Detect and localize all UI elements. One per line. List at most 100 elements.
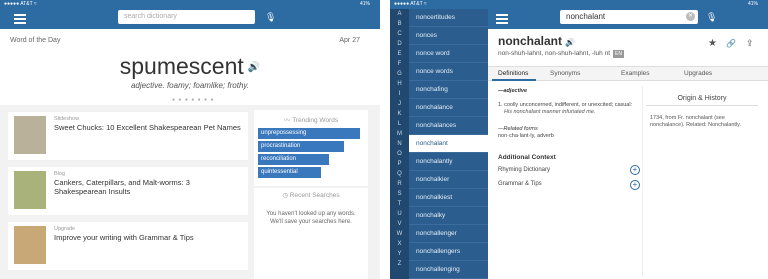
link-icon[interactable]: 🔗 xyxy=(726,39,736,48)
word-list-item[interactable]: nonchalant xyxy=(409,135,488,153)
card-thumbnail xyxy=(14,116,46,154)
share-icon[interactable]: ⇪ xyxy=(746,38,754,49)
word-list-item[interactable]: nonchafing xyxy=(409,81,488,99)
search-input[interactable]: nonchalant ✕ xyxy=(560,10,698,24)
alphabet-letter[interactable]: O xyxy=(390,149,409,159)
alphabet-letter[interactable]: D xyxy=(390,39,409,49)
column-divider xyxy=(642,86,643,276)
entry-headword-row: nonchalant 🔊 xyxy=(498,34,575,48)
card-kind: Slideshow xyxy=(54,116,80,122)
microphone-icon[interactable]: 🎙 xyxy=(706,12,717,23)
definition-example: His nonchalant manner infuriated me. xyxy=(504,109,596,115)
alphabet-letter[interactable]: U xyxy=(390,209,409,219)
wotd-date: Apr 27 xyxy=(339,37,360,44)
tab-upgrades[interactable]: Upgrades xyxy=(684,70,712,77)
alphabet-letter[interactable]: C xyxy=(390,29,409,39)
alphabet-index[interactable]: ABCDEFGHIJKLMNOPQRSTUVWXYZ xyxy=(390,9,409,279)
language-badge[interactable]: EN xyxy=(613,50,624,58)
related-form: non·cha·lant·ly, adverb xyxy=(498,133,554,139)
alphabet-letter[interactable]: K xyxy=(390,109,409,119)
word-list-item[interactable]: nonchallenger xyxy=(409,225,488,243)
definition-sense: 1. coolly unconcerned, indifferent, or u… xyxy=(498,102,633,108)
expand-plus-icon[interactable]: + xyxy=(630,165,640,175)
alphabet-letter[interactable]: Z xyxy=(390,259,409,269)
alphabet-letter[interactable]: E xyxy=(390,49,409,59)
trending-word[interactable]: quintessential xyxy=(258,167,322,178)
menu-icon[interactable] xyxy=(14,14,26,24)
word-list-item[interactable]: nonchalkiest xyxy=(409,189,488,207)
card-title: Improve your writing with Grammar & Tips xyxy=(54,233,194,242)
word-list-item[interactable]: nonces xyxy=(409,27,488,45)
alphabet-letter[interactable]: F xyxy=(390,59,409,69)
favorite-star-icon[interactable]: ★ xyxy=(708,38,717,49)
clear-icon[interactable]: ✕ xyxy=(686,12,695,21)
pronunciation-text: non-shuh-lahnt, non-shuh-lahnt, -luh nt xyxy=(498,50,611,57)
trending-icon: 〰 xyxy=(283,117,293,124)
alphabet-letter[interactable]: I xyxy=(390,89,409,99)
trending-word[interactable]: unprepossessing xyxy=(258,128,360,139)
origin-text: 1734, from Fr. nonchalant (see nonchalan… xyxy=(650,115,742,128)
search-input[interactable]: search dictionary xyxy=(118,10,255,24)
alphabet-letter[interactable]: W xyxy=(390,229,409,239)
wotd-definition: adjective. foamy; foamlike; frothy. xyxy=(130,81,250,90)
clock-icon: ◷ xyxy=(282,192,290,199)
alphabet-letter[interactable]: M xyxy=(390,129,409,139)
context-item-rhyming[interactable]: Rhyming Dictionary xyxy=(498,167,638,179)
top-bar: search dictionary 🎙 xyxy=(0,9,380,29)
alphabet-letter[interactable]: H xyxy=(390,79,409,89)
recent-searches-panel: ◷ Recent Searches You haven't looked up … xyxy=(254,188,368,279)
status-bar: ●●●●● AT&T ≈ 41% xyxy=(390,0,768,9)
tab-definitions[interactable]: Definitions xyxy=(498,70,528,77)
trending-word[interactable]: procrastination xyxy=(258,141,344,152)
word-of-the-day[interactable]: Word of the Day Apr 27 spumescent 🔊 adjec… xyxy=(0,29,380,105)
word-list-item[interactable]: nonchallenging xyxy=(409,261,488,279)
word-list-item[interactable]: noncertitudes xyxy=(409,9,488,27)
entry-headword: nonchalant xyxy=(498,34,563,48)
alphabet-letter[interactable]: B xyxy=(390,19,409,29)
context-item-grammar[interactable]: Grammar & Tips xyxy=(498,181,638,193)
word-list-item[interactable]: nonchalky xyxy=(409,207,488,225)
alphabet-letter[interactable]: J xyxy=(390,99,409,109)
alphabet-letter[interactable]: T xyxy=(390,199,409,209)
word-list-item[interactable]: nonce word xyxy=(409,45,488,63)
card-blog[interactable]: Blog Cankers, Caterpillars, and Malt-wor… xyxy=(8,167,248,215)
word-list-item[interactable]: nonchalkier xyxy=(409,171,488,189)
trending-word[interactable]: reconciliation xyxy=(258,154,330,165)
speaker-icon[interactable]: 🔊 xyxy=(248,62,260,73)
alphabet-letter[interactable]: X xyxy=(390,239,409,249)
speaker-icon[interactable]: 🔊 xyxy=(565,38,575,47)
alphabet-letter[interactable]: V xyxy=(390,219,409,229)
entry-screen: ●●●●● AT&T ≈ 41% ABCDEFGHIJKLMNOPQRSTUVW… xyxy=(390,0,768,279)
alphabet-letter[interactable]: A xyxy=(390,9,409,19)
expand-plus-icon[interactable]: + xyxy=(630,180,640,190)
word-list-item[interactable]: nonchalance xyxy=(409,99,488,117)
alphabet-letter[interactable]: Q xyxy=(390,169,409,179)
home-screen: ●●●●● AT&T ≈ 41% search dictionary 🎙 Wor… xyxy=(0,0,380,279)
microphone-icon[interactable]: 🎙 xyxy=(265,12,276,23)
alphabet-letter[interactable]: N xyxy=(390,139,409,149)
tab-synonyms[interactable]: Synonyms xyxy=(550,70,580,77)
card-title: Cankers, Caterpillars, and Malt-worms: 3… xyxy=(54,178,190,196)
word-list: noncertitudes nonces nonce word nonce words… xyxy=(409,9,488,279)
alphabet-letter[interactable]: L xyxy=(390,119,409,129)
trending-words-panel: 〰 Trending Words unprepossessing procras… xyxy=(254,110,368,186)
alphabet-letter[interactable]: R xyxy=(390,179,409,189)
tab-examples[interactable]: Examples xyxy=(621,70,650,77)
card-kind: Blog xyxy=(54,171,66,177)
recent-empty-message: You haven't looked up any words. We'll s… xyxy=(266,211,356,225)
alphabet-letter[interactable]: P xyxy=(390,159,409,169)
word-list-item[interactable]: nonchalantly xyxy=(409,153,488,171)
alphabet-letter[interactable]: S xyxy=(390,189,409,199)
card-slideshow[interactable]: Slideshow Sweet Chucks: 10 Excellent Sha… xyxy=(8,112,248,160)
alphabet-letter[interactable]: G xyxy=(390,69,409,79)
top-bar: nonchalant ✕ 🎙 xyxy=(488,9,768,29)
alphabet-letter[interactable]: Y xyxy=(390,249,409,259)
menu-icon[interactable] xyxy=(496,14,508,24)
word-list-item[interactable]: nonce words xyxy=(409,63,488,81)
active-tab-indicator xyxy=(492,79,536,81)
pronunciation: non-shuh-lahnt, non-shuh-lahnt, -luh nt E… xyxy=(498,50,624,58)
word-list-item[interactable]: nonchallengers xyxy=(409,243,488,261)
battery-label: 41% xyxy=(747,1,758,7)
word-list-item[interactable]: nonchalances xyxy=(409,117,488,135)
card-upgrade[interactable]: Upgrade Improve your writing with Gramma… xyxy=(8,222,248,270)
